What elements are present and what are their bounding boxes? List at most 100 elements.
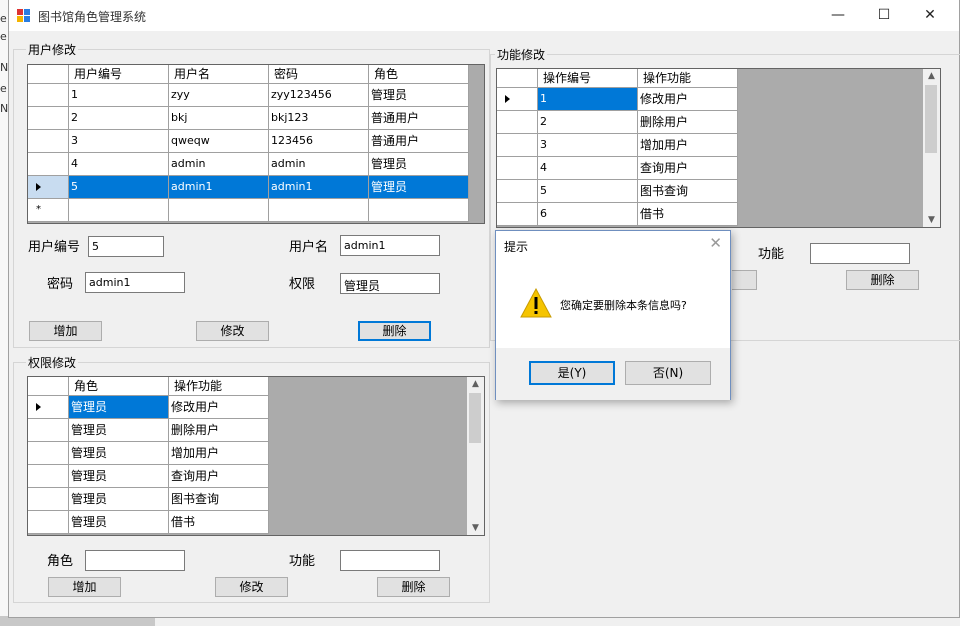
- column-header-username[interactable]: 用户名: [169, 65, 269, 84]
- row-header[interactable]: [28, 511, 69, 534]
- user-id-cell-selected[interactable]: 5: [69, 176, 169, 199]
- function-input[interactable]: [810, 243, 910, 264]
- function-hidden-button[interactable]: [732, 270, 757, 290]
- role-cell[interactable]: 管理员: [69, 419, 169, 442]
- role-cell[interactable]: 管理员: [69, 488, 169, 511]
- row-header[interactable]: [497, 134, 538, 157]
- user-id-input[interactable]: 5: [88, 236, 164, 257]
- operation-id-cell[interactable]: 4: [538, 157, 638, 180]
- password-input[interactable]: admin1: [85, 272, 185, 293]
- role-cell[interactable]: 管理员: [69, 511, 169, 534]
- scroll-down-icon[interactable]: ▼: [923, 213, 940, 227]
- function-grid-scrollbar[interactable]: ▲ ▼: [923, 69, 940, 227]
- row-header[interactable]: [497, 111, 538, 134]
- row-header[interactable]: [28, 465, 69, 488]
- username-cell[interactable]: zyy: [169, 84, 269, 107]
- user-id-cell[interactable]: 2: [69, 107, 169, 130]
- column-header-user-id[interactable]: 用户编号: [69, 65, 169, 84]
- dialog-close-icon[interactable]: ✕: [709, 234, 722, 252]
- column-header-role[interactable]: 角色: [69, 377, 169, 396]
- operation-function-cell[interactable]: 查询用户: [638, 157, 738, 180]
- role-cell[interactable]: 管理员: [69, 442, 169, 465]
- perm-delete-button[interactable]: 删除: [377, 577, 450, 597]
- scroll-up-icon[interactable]: ▲: [923, 69, 940, 83]
- column-header-operation-id[interactable]: 操作编号: [538, 69, 638, 88]
- close-button[interactable]: ✕: [907, 0, 953, 31]
- role-cell-selected[interactable]: 管理员: [69, 396, 169, 419]
- username-cell[interactable]: bkj: [169, 107, 269, 130]
- operation-function-cell[interactable]: 增加用户: [638, 134, 738, 157]
- operation-id-cell-selected[interactable]: 1: [538, 88, 638, 111]
- user-add-button[interactable]: 增加: [29, 321, 102, 341]
- perm-add-button[interactable]: 增加: [48, 577, 121, 597]
- minimize-button[interactable]: —: [815, 0, 861, 31]
- operation-function-cell[interactable]: 删除用户: [638, 111, 738, 134]
- user-id-cell[interactable]: 3: [69, 130, 169, 153]
- function-cell[interactable]: 图书查询: [169, 488, 269, 511]
- scroll-down-icon[interactable]: ▼: [467, 521, 484, 535]
- row-header[interactable]: [28, 488, 69, 511]
- role-cell[interactable]: 普通用户: [369, 130, 469, 153]
- username-cell[interactable]: qweqw: [169, 130, 269, 153]
- function-grid[interactable]: 操作编号 操作功能 1 修改用户 2 删除用户 3 增加用户 4 查询用户 5 …: [496, 68, 941, 228]
- title-bar[interactable]: 图书馆角色管理系统 — ☐ ✕: [9, 0, 959, 31]
- column-header-function[interactable]: 操作功能: [169, 377, 269, 396]
- new-row-cell[interactable]: [69, 199, 169, 222]
- user-id-cell[interactable]: 4: [69, 153, 169, 176]
- user-delete-button[interactable]: 删除: [358, 321, 431, 341]
- column-header-role[interactable]: 角色: [369, 65, 469, 84]
- perm-function-input[interactable]: [340, 550, 440, 571]
- operation-id-cell[interactable]: 3: [538, 134, 638, 157]
- scroll-thumb[interactable]: [469, 393, 481, 443]
- role-cell[interactable]: 管理员: [369, 84, 469, 107]
- password-cell[interactable]: zyy123456: [269, 84, 369, 107]
- confirm-dialog[interactable]: 提示 ✕ 您确定要删除本条信息吗? 是(Y) 否(N): [495, 230, 731, 400]
- operation-id-cell[interactable]: 5: [538, 180, 638, 203]
- perm-edit-button[interactable]: 修改: [215, 577, 288, 597]
- row-header[interactable]: [28, 107, 69, 130]
- column-header-operation-function[interactable]: 操作功能: [638, 69, 738, 88]
- scroll-thumb[interactable]: [925, 85, 937, 153]
- function-cell[interactable]: 删除用户: [169, 419, 269, 442]
- row-header-current[interactable]: [28, 396, 69, 419]
- user-id-cell[interactable]: 1: [69, 84, 169, 107]
- role-cell[interactable]: 管理员: [69, 465, 169, 488]
- password-cell[interactable]: 123456: [269, 130, 369, 153]
- dialog-yes-button[interactable]: 是(Y): [529, 361, 615, 385]
- operation-function-cell[interactable]: 图书查询: [638, 180, 738, 203]
- row-header-selected[interactable]: [28, 176, 69, 199]
- new-row-cell[interactable]: [269, 199, 369, 222]
- function-cell[interactable]: 查询用户: [169, 465, 269, 488]
- operation-id-cell[interactable]: 2: [538, 111, 638, 134]
- new-row-cell[interactable]: [369, 199, 469, 222]
- maximize-button[interactable]: ☐: [861, 0, 907, 31]
- operation-function-cell[interactable]: 修改用户: [638, 88, 738, 111]
- password-cell[interactable]: admin: [269, 153, 369, 176]
- scroll-up-icon[interactable]: ▲: [467, 377, 484, 391]
- row-header[interactable]: [497, 157, 538, 180]
- row-header[interactable]: [28, 419, 69, 442]
- username-cell[interactable]: admin: [169, 153, 269, 176]
- password-cell-selected[interactable]: admin1: [269, 176, 369, 199]
- role-cell-selected[interactable]: 管理员: [369, 176, 469, 199]
- username-input[interactable]: admin1: [340, 235, 440, 256]
- username-cell-selected[interactable]: admin1: [169, 176, 269, 199]
- new-row-header[interactable]: *: [28, 199, 69, 222]
- role-cell[interactable]: 普通用户: [369, 107, 469, 130]
- user-grid[interactable]: 用户编号 用户名 密码 角色 1 zyy zyy123456 管理员 2 bkj…: [27, 64, 485, 224]
- permission-grid-scrollbar[interactable]: ▲ ▼: [467, 377, 484, 535]
- row-header[interactable]: [28, 84, 69, 107]
- perm-role-input[interactable]: [85, 550, 185, 571]
- row-header[interactable]: [28, 153, 69, 176]
- row-header[interactable]: [28, 130, 69, 153]
- row-header[interactable]: [28, 442, 69, 465]
- user-edit-button[interactable]: 修改: [196, 321, 269, 341]
- permission-grid[interactable]: 角色 操作功能 管理员 修改用户 管理员 删除用户 管理员 增加用户 管理员 查…: [27, 376, 485, 536]
- password-cell[interactable]: bkj123: [269, 107, 369, 130]
- row-header[interactable]: [497, 180, 538, 203]
- operation-function-cell[interactable]: 借书: [638, 203, 738, 226]
- function-cell[interactable]: 增加用户: [169, 442, 269, 465]
- row-header[interactable]: [497, 203, 538, 226]
- role-input[interactable]: 管理员: [340, 273, 440, 294]
- new-row-cell[interactable]: [169, 199, 269, 222]
